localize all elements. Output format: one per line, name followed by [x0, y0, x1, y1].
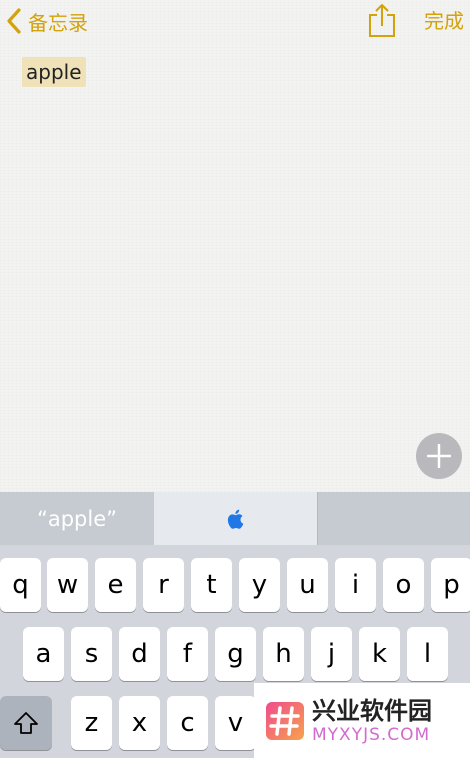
- share-button[interactable]: [366, 2, 398, 38]
- note-editor[interactable]: 备忘录 完成 apple: [0, 0, 470, 492]
- key-k[interactable]: k: [359, 627, 400, 681]
- key-i[interactable]: i: [335, 558, 376, 612]
- key-y[interactable]: y: [239, 558, 280, 612]
- key-l[interactable]: l: [407, 627, 448, 681]
- key-x[interactable]: x: [119, 696, 160, 750]
- share-icon: [369, 4, 395, 37]
- back-button-label: 备忘录: [28, 10, 88, 35]
- key-c[interactable]: c: [167, 696, 208, 750]
- note-selected-text[interactable]: apple: [22, 57, 86, 87]
- key-z[interactable]: z: [71, 696, 112, 750]
- plus-icon: [427, 444, 451, 468]
- predictive-suggestion-bar: “apple”: [0, 492, 470, 545]
- key-u[interactable]: u: [287, 558, 328, 612]
- key-d[interactable]: d: [119, 627, 160, 681]
- apple-logo-icon: [227, 509, 243, 529]
- key-j[interactable]: j: [311, 627, 352, 681]
- key-h[interactable]: h: [263, 627, 304, 681]
- key-e[interactable]: e: [95, 558, 136, 612]
- key-f[interactable]: f: [167, 627, 208, 681]
- key-p[interactable]: p: [431, 558, 470, 612]
- key-v[interactable]: v: [215, 696, 256, 750]
- key-s[interactable]: s: [71, 627, 112, 681]
- shift-key[interactable]: [0, 696, 52, 750]
- key-g[interactable]: g: [215, 627, 256, 681]
- hash-logo-icon: [266, 701, 304, 740]
- suggestion-empty[interactable]: [317, 492, 470, 545]
- back-button[interactable]: 备忘录: [6, 6, 88, 36]
- chevron-left-icon: [7, 8, 21, 34]
- key-q[interactable]: q: [0, 558, 41, 612]
- key-r[interactable]: r: [143, 558, 184, 612]
- done-button[interactable]: 完成: [424, 6, 464, 36]
- watermark: 兴业软件园 MYXYJS.COM: [254, 683, 470, 758]
- key-a[interactable]: a: [23, 627, 64, 681]
- watermark-subtitle: MYXYJS.COM: [312, 724, 431, 745]
- suggestion-quoted-word[interactable]: “apple”: [0, 492, 154, 545]
- suggestion-emoji[interactable]: [154, 492, 317, 545]
- shift-arrow-icon: [14, 712, 38, 734]
- key-w[interactable]: w: [47, 558, 88, 612]
- key-o[interactable]: o: [383, 558, 424, 612]
- watermark-title: 兴业软件园: [312, 696, 432, 725]
- key-t[interactable]: t: [191, 558, 232, 612]
- add-attachment-button[interactable]: [416, 433, 462, 479]
